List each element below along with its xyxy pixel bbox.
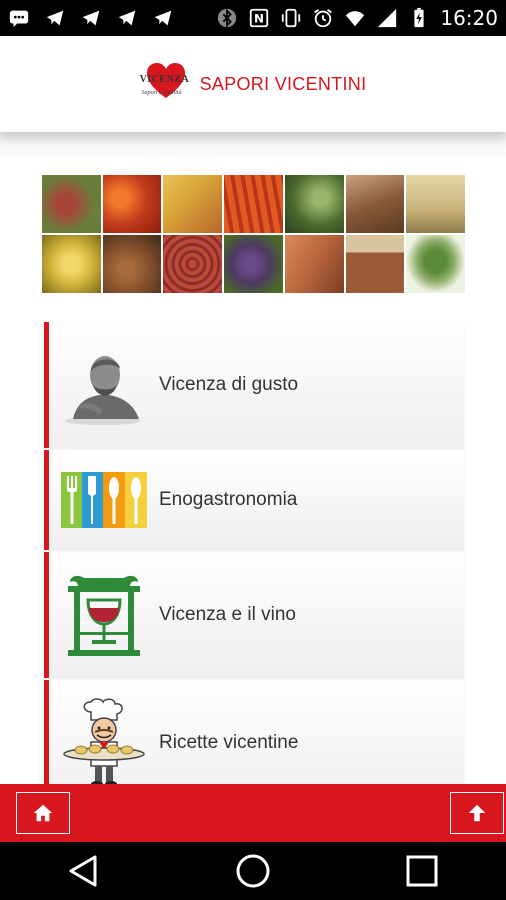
nfc-icon: N	[248, 7, 270, 29]
photo-tile	[102, 175, 162, 233]
home-circle-icon	[236, 854, 270, 888]
main-content: Vicenza di gusto Enogastronomia Vicenza …	[0, 132, 506, 784]
menu-item-label: Vicenza e il vino	[159, 604, 296, 625]
app-header: VICENZA Sapori e Qualità SAPORI VICENTIN…	[0, 36, 506, 132]
home-button[interactable]	[16, 792, 70, 834]
telegram-icon	[80, 7, 102, 29]
vibrate-icon	[280, 7, 302, 29]
app-title: SAPORI VICENTINI	[199, 73, 367, 94]
recents-square-icon	[406, 855, 438, 887]
main-menu: Vicenza di gusto Enogastronomia Vicenza …	[44, 322, 464, 784]
home-icon	[33, 804, 53, 822]
recents-button[interactable]	[392, 847, 452, 895]
menu-item-enogastronomia[interactable]: Enogastronomia	[44, 450, 464, 550]
telegram-icon	[44, 7, 66, 29]
scroll-up-button[interactable]	[450, 792, 504, 834]
system-icons: N 16:20	[216, 6, 498, 30]
photo-tile	[284, 175, 344, 233]
bottom-toolbar	[0, 784, 506, 842]
back-triangle-icon	[69, 855, 97, 887]
wine-temple-icon	[49, 572, 159, 658]
photo-tile	[163, 235, 223, 293]
photo-tile	[224, 235, 283, 293]
menu-item-label: Vicenza di gusto	[159, 374, 299, 395]
menu-item-vicenza-di-gusto[interactable]: Vicenza di gusto	[44, 322, 464, 448]
photo-tile	[224, 175, 283, 233]
photo-tile	[345, 235, 405, 293]
photo-tile	[406, 175, 465, 233]
logo-subtext: Sapori e Qualità	[141, 90, 182, 96]
chef-icon	[49, 698, 159, 784]
back-button[interactable]	[54, 847, 114, 895]
alarm-icon	[312, 7, 334, 29]
svg-text:N: N	[254, 12, 264, 26]
food-photo-mosaic	[42, 175, 465, 293]
wifi-icon	[344, 7, 366, 29]
bluetooth-icon	[216, 7, 238, 29]
telegram-icon	[116, 7, 138, 29]
menu-item-ricette-vicentine[interactable]: Ricette vicentine	[44, 680, 464, 784]
logo-text: VICENZA	[139, 74, 190, 85]
menu-item-vicenza-e-il-vino[interactable]: Vicenza e il vino	[44, 552, 464, 678]
android-message-icon	[8, 7, 30, 29]
photo-tile	[345, 175, 405, 233]
telegram-icon	[152, 7, 174, 29]
photo-tile	[163, 175, 223, 233]
battery-charging-icon	[408, 7, 430, 29]
system-navigation-bar	[0, 842, 506, 900]
photo-tile	[102, 235, 162, 293]
arrow-up-icon	[468, 804, 486, 822]
status-bar: N 16:20	[0, 0, 506, 36]
menu-item-label: Ricette vicentine	[159, 732, 299, 753]
photo-tile	[42, 235, 101, 293]
photo-tile	[42, 175, 101, 233]
photo-tile	[284, 235, 344, 293]
menu-item-label: Enogastronomia	[159, 489, 298, 510]
bust-statue-icon	[49, 345, 159, 425]
nav-home-button[interactable]	[223, 847, 283, 895]
clock: 16:20	[440, 6, 498, 30]
vicenza-logo: VICENZA Sapori e Qualità	[140, 62, 194, 106]
photo-tile	[406, 235, 465, 293]
notification-icons	[8, 7, 174, 29]
cutlery-icon	[49, 472, 159, 528]
signal-icon	[376, 7, 398, 29]
